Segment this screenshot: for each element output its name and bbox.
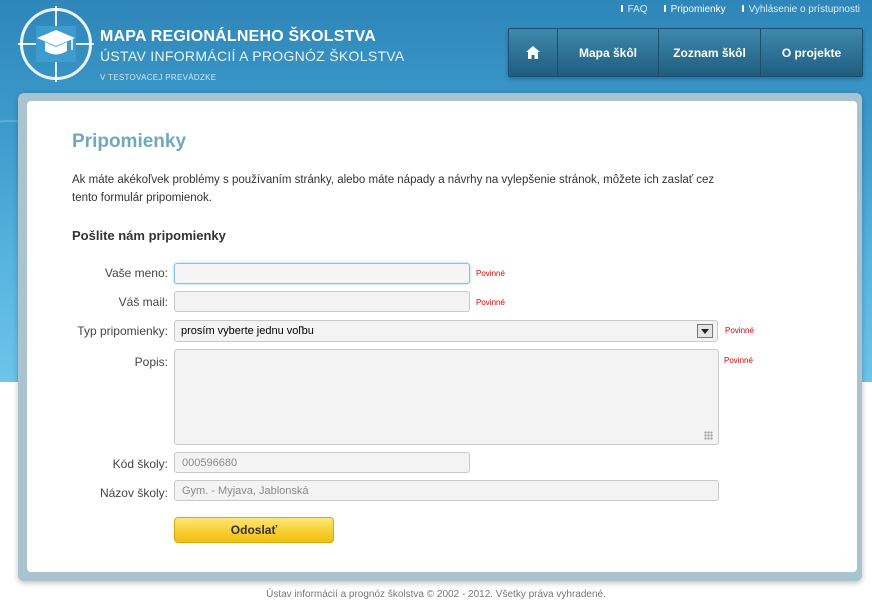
type-label: Typ pripomienky: (77, 324, 168, 338)
school-code-label: Kód školy: (112, 457, 168, 471)
main-nav: Mapa škôl Zoznam škôl O projekte (508, 28, 863, 77)
graduation-cap-icon (36, 26, 76, 62)
description-label: Popis: (134, 355, 168, 369)
type-select-value: prosím vyberte jednu voľbu (181, 325, 314, 337)
brand-block: MAPA REGIONÁLNEHO ŠKOLSTVA ÚSTAV INFORMÁ… (100, 28, 405, 82)
nav-o-projekte[interactable]: O projekte (761, 29, 862, 76)
brand-note: V TESTOVACEJ PREVÁDZKE (100, 73, 217, 82)
name-input[interactable] (174, 263, 470, 284)
type-select[interactable]: prosím vyberte jednu voľbu (174, 320, 718, 342)
email-input[interactable] (174, 291, 470, 312)
school-name-label: Názov školy: (99, 486, 168, 500)
nav-home[interactable] (509, 29, 558, 76)
intro-text: Ak máte akékoľvek problémy s používaním … (72, 174, 715, 204)
school-name-input[interactable] (174, 480, 719, 501)
nav-mapa-skol[interactable]: Mapa škôl (558, 29, 659, 76)
submit-button[interactable]: Odoslať (174, 517, 334, 543)
nav-zoznam-skol[interactable]: Zoznam škôl (659, 29, 761, 76)
description-textarea[interactable] (174, 349, 719, 445)
description-required: Povinné (724, 356, 753, 365)
school-code-input[interactable] (174, 452, 470, 473)
resize-grip-icon[interactable] (704, 431, 713, 440)
page-title: Pripomienky (72, 131, 187, 152)
name-label: Vaše meno: (104, 266, 168, 280)
email-label: Váš mail: (118, 295, 168, 309)
toplink-faq[interactable]: FAQ (620, 4, 648, 15)
brand-subtitle: ÚSTAV INFORMÁCIÍ A PROGNÓZ ŠKOLSTVA (100, 48, 405, 64)
home-icon (526, 46, 540, 59)
form-section-title: Pošlite nám pripomienky (72, 228, 226, 243)
chevron-down-icon[interactable] (697, 324, 713, 338)
brand-title: MAPA REGIONÁLNEHO ŠKOLSTVA (100, 28, 377, 45)
type-required: Povinné (725, 326, 754, 335)
email-required: Povinné (476, 298, 505, 307)
toplink-pripomienky[interactable]: Pripomienky (663, 4, 726, 15)
toplink-accessibility[interactable]: Vyhlásenie o prístupnosti (741, 4, 860, 15)
site-logo[interactable] (18, 6, 94, 82)
footer-text: Ústav informácií a prognóz školstva © 20… (266, 589, 606, 600)
name-required: Povinné (476, 269, 505, 278)
top-links: FAQ Pripomienky Vyhlásenie o prístupnost… (620, 4, 860, 15)
